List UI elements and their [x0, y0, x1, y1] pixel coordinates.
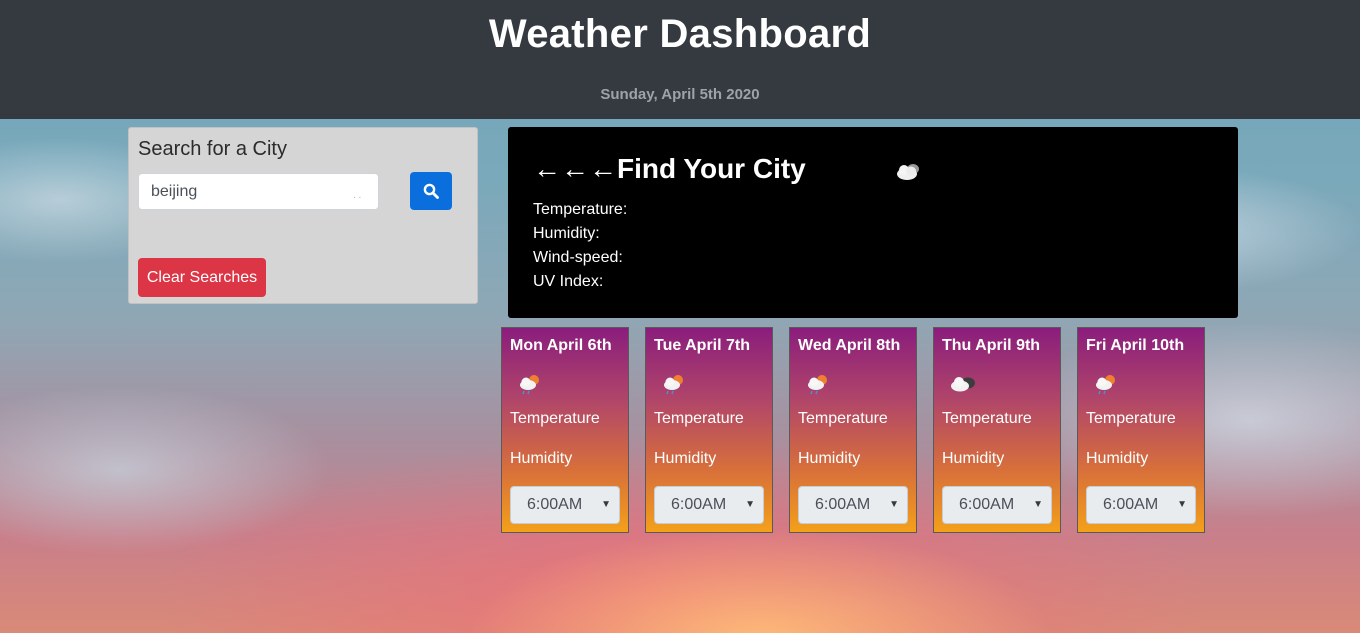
forecast-temperature: Temperature — [798, 410, 888, 427]
time-select[interactable]: 6:00AM ▼ — [654, 486, 764, 524]
forecast-day: Wed April 8th — [798, 337, 901, 354]
current-weather-panel: ←←←Find Your City Temperature: Humidity:… — [508, 127, 1238, 318]
page-title: Weather Dashboard — [488, 12, 872, 56]
cloud-sun-rain-icon — [664, 375, 683, 395]
search-panel: Search for a City . . Clear Searches — [128, 127, 478, 304]
search-icon — [423, 183, 439, 199]
forecast-card: Tue April 7th Temperature Humidity 6:00A… — [645, 327, 773, 533]
chevron-down-icon: ▼ — [745, 499, 755, 510]
current-humidity: Humidity: — [533, 225, 600, 242]
forecast-humidity: Humidity — [654, 450, 717, 467]
clear-searches-button[interactable]: Clear Searches — [138, 258, 266, 297]
time-select[interactable]: 6:00AM ▼ — [510, 486, 620, 524]
city-search-input[interactable] — [138, 173, 379, 210]
forecast-humidity: Humidity — [510, 450, 573, 467]
input-autofill-dots: . . — [353, 190, 362, 201]
forecast-card: Wed April 8th Temperature Humidity 6:00A… — [789, 327, 917, 533]
time-select[interactable]: 6:00AM ▼ — [1086, 486, 1196, 524]
forecast-humidity: Humidity — [798, 450, 861, 467]
search-title: Search for a City — [138, 138, 287, 160]
cloud-sun-rain-icon — [808, 375, 827, 395]
header: Weather Dashboard Sunday, April 5th 2020 — [0, 0, 1360, 119]
chevron-down-icon: ▼ — [889, 499, 899, 510]
forecast-temperature: Temperature — [654, 410, 744, 427]
forecast-day: Thu April 9th — [942, 337, 1041, 354]
chevron-down-icon: ▼ — [1177, 499, 1187, 510]
current-uv-index: UV Index: — [533, 273, 604, 290]
time-select-value: 6:00AM — [959, 496, 1015, 513]
forecast-card: Mon April 6th Temperature Humidity 6:00A… — [501, 327, 629, 533]
time-select[interactable]: 6:00AM ▼ — [798, 486, 908, 524]
forecast-humidity: Humidity — [1086, 450, 1149, 467]
forecast-card: Thu April 9th Temperature Humidity 6:00A… — [933, 327, 1061, 533]
chevron-down-icon: ▼ — [601, 499, 611, 510]
forecast-temperature: Temperature — [942, 410, 1032, 427]
search-button[interactable] — [410, 172, 452, 210]
time-select-value: 6:00AM — [671, 496, 727, 513]
cloud-sun-rain-icon — [1096, 375, 1115, 395]
forecast-humidity: Humidity — [942, 450, 1005, 467]
forecast-temperature: Temperature — [510, 410, 600, 427]
forecast-temperature: Temperature — [1086, 410, 1176, 427]
cloud-sun-rain-icon — [520, 375, 539, 395]
cloud-icon — [897, 164, 919, 180]
forecast-card: Fri April 10th Temperature Humidity 6:00… — [1077, 327, 1205, 533]
current-wind-speed: Wind-speed: — [533, 249, 623, 266]
time-select[interactable]: 6:00AM ▼ — [942, 486, 1052, 524]
cloud-dark-icon — [951, 377, 975, 392]
current-temperature: Temperature: — [533, 201, 628, 218]
chevron-down-icon: ▼ — [1033, 499, 1043, 510]
forecast-day: Mon April 6th — [510, 337, 612, 354]
forecast-day: Fri April 10th — [1086, 337, 1185, 354]
time-select-value: 6:00AM — [815, 496, 871, 513]
forecast-day: Tue April 7th — [654, 337, 750, 354]
time-select-value: 6:00AM — [527, 496, 583, 513]
time-select-value: 6:00AM — [1103, 496, 1159, 513]
current-city-name: ←←←Find Your City — [533, 153, 806, 184]
current-date: Sunday, April 5th 2020 — [600, 86, 760, 103]
